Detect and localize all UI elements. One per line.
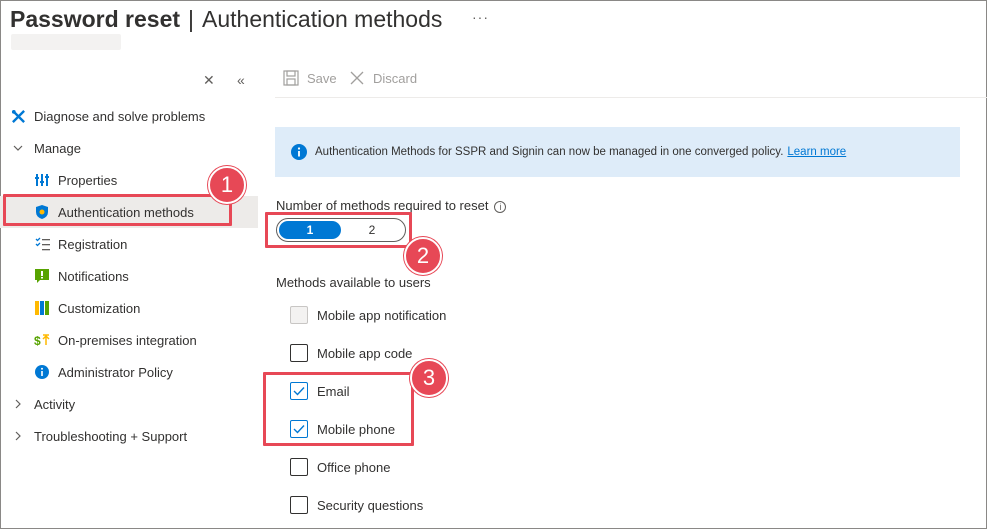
sidebar-item-label: Notifications: [58, 268, 129, 284]
method-security-questions[interactable]: Security questions: [290, 495, 423, 515]
callout-box-1: [3, 194, 232, 226]
callout-box-2: [265, 212, 412, 248]
sidebar-item-label: Customization: [58, 300, 141, 316]
method-label: Mobile app notification: [317, 307, 447, 323]
method-mobile-app-notification[interactable]: Mobile app notification: [290, 305, 446, 325]
properties-icon: [34, 172, 50, 188]
sidebar-item-troubleshooting[interactable]: Troubleshooting + Support: [0, 420, 258, 452]
checkbox[interactable]: [290, 458, 308, 476]
info-banner-text: Authentication Methods for SSPR and Sign…: [315, 146, 784, 158]
checklist-icon: [34, 236, 50, 252]
sidebar-item-diagnose[interactable]: Diagnose and solve problems: [0, 100, 258, 132]
method-label: Office phone: [317, 459, 391, 475]
method-label: Mobile app code: [317, 345, 413, 361]
sidebar-item-label: Diagnose and solve problems: [34, 108, 206, 124]
checkbox[interactable]: [290, 496, 308, 514]
chevron-right-icon: [10, 396, 26, 412]
callout-badge-1: 1: [208, 166, 246, 204]
method-office-phone[interactable]: Office phone: [290, 457, 390, 477]
sync-icon: $: [34, 332, 50, 348]
chevron-down-icon: [10, 140, 26, 156]
sidebar-item-label: Administrator Policy: [58, 364, 173, 380]
sidebar-item-notifications[interactable]: Notifications: [0, 260, 258, 292]
wrench-icon: [10, 108, 26, 124]
sidebar-item-manage[interactable]: Manage: [0, 132, 258, 164]
customization-icon: [34, 300, 50, 316]
sidebar-item-label: On-premises integration: [58, 332, 197, 348]
page-title-sub: Authentication methods: [202, 6, 443, 32]
info-icon: [291, 144, 307, 160]
callout-box-3: [263, 372, 414, 446]
info-banner: Authentication Methods for SSPR and Sign…: [275, 127, 960, 177]
method-label: Security questions: [317, 497, 424, 513]
sidebar-item-label: Manage: [34, 140, 81, 156]
redacted-subtitle: [11, 34, 121, 50]
save-button-label: Save: [307, 70, 337, 86]
sidebar-item-on-premises-integration[interactable]: $ On-premises integration: [0, 324, 258, 356]
svg-text:$: $: [34, 334, 41, 347]
collapse-sidebar-icon[interactable]: «: [237, 72, 245, 88]
method-mobile-app-code[interactable]: Mobile app code: [290, 343, 412, 363]
close-icon[interactable]: ✕: [203, 72, 215, 89]
sidebar-item-label: Activity: [34, 396, 76, 412]
save-icon: [283, 70, 299, 86]
notification-icon: [34, 268, 50, 284]
page-title: Password reset | Authentication methods: [10, 6, 442, 33]
page-title-separator: |: [188, 6, 195, 32]
sidebar-item-administrator-policy[interactable]: Administrator Policy: [0, 356, 258, 388]
info-icon: [34, 364, 50, 380]
chevron-right-icon: [10, 428, 26, 444]
discard-button-label: Discard: [373, 70, 418, 86]
sidebar-item-label: Properties: [58, 172, 118, 188]
learn-more-link[interactable]: Learn more: [787, 146, 846, 158]
discard-icon: [349, 70, 365, 86]
more-options-icon[interactable]: ···: [472, 9, 489, 25]
sidebar-item-label: Registration: [58, 236, 128, 252]
page-title-main: Password reset: [10, 6, 181, 32]
methods-required-text: Number of methods required to reset: [276, 198, 489, 213]
callout-badge-2: 2: [404, 237, 442, 275]
help-icon[interactable]: i: [494, 200, 507, 213]
discard-button[interactable]: Discard: [349, 70, 417, 86]
sidebar-item-activity[interactable]: Activity: [0, 388, 258, 420]
methods-required-label: Number of methods required to reset i: [276, 198, 507, 213]
sidebar-item-customization[interactable]: Customization: [0, 292, 258, 324]
sidebar-item-registration[interactable]: Registration: [0, 228, 258, 260]
checkbox[interactable]: [290, 344, 308, 362]
save-button[interactable]: Save: [283, 70, 337, 86]
checkbox[interactable]: [290, 306, 308, 324]
callout-badge-3: 3: [410, 359, 448, 397]
sidebar-item-label: Troubleshooting + Support: [34, 428, 188, 444]
command-bar: Save Discard: [275, 60, 987, 98]
methods-available-label: Methods available to users: [276, 275, 431, 290]
